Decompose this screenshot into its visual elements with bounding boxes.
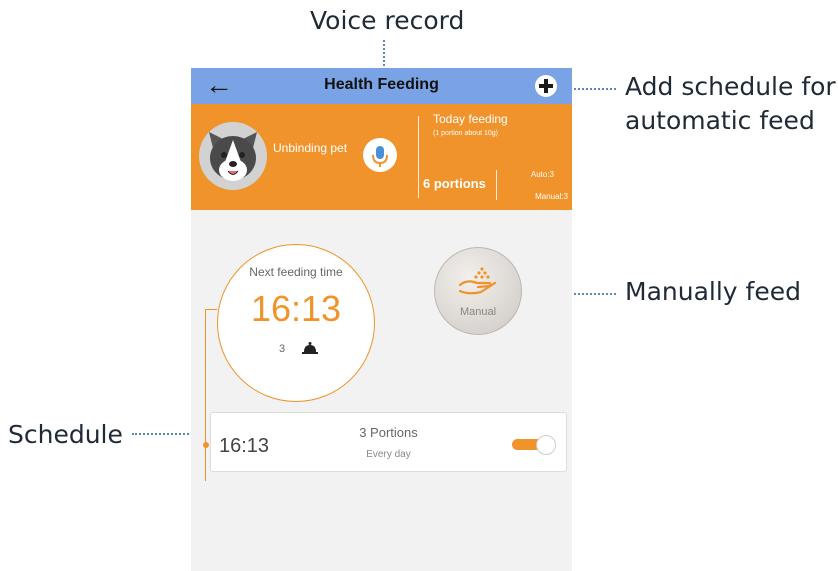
- callout-add-schedule-line1: Add schedule for: [625, 72, 836, 101]
- callout-manually-feed: Manually feed: [625, 275, 801, 309]
- auto-count: Auto:3: [530, 170, 554, 179]
- schedule-bracket-top: [205, 309, 217, 310]
- microphone-icon[interactable]: [363, 138, 397, 172]
- phone-screen: ← Health Feeding Unbinding pet Today fee…: [191, 68, 572, 571]
- next-feeding-time: 16:13: [250, 288, 342, 329]
- page-title: Health Feeding: [324, 76, 439, 93]
- today-feeding-label: Today feeding: [433, 112, 508, 126]
- today-portions: 6 portions: [423, 176, 486, 191]
- manual-feed-button[interactable]: Manual: [434, 247, 522, 335]
- callout-add-schedule-line2: automatic feed: [625, 105, 815, 135]
- schedule-item[interactable]: 16:13 3 Portions Every day: [210, 412, 567, 472]
- callout-manually-text: Manually feed: [625, 277, 801, 306]
- toggle-knob: [536, 435, 556, 455]
- app-bar: ← Health Feeding: [191, 68, 572, 104]
- callout-voice-text: Voice record: [310, 6, 465, 35]
- schedule-bracket-line: [205, 309, 206, 481]
- dog-avatar[interactable]: [199, 122, 267, 190]
- callout-voice-record: Voice record: [310, 4, 464, 38]
- banner-divider: [418, 116, 419, 198]
- food-bell-icon: [302, 341, 318, 360]
- next-feeding-label: Next feeding time: [249, 265, 343, 279]
- plus-icon[interactable]: [535, 75, 557, 97]
- manual-button-label: Manual: [459, 306, 497, 318]
- today-feeding-note: (1 portion about 10g): [433, 130, 498, 137]
- hand-feed-icon: [457, 266, 501, 305]
- next-feeding-dial: Next feeding time 16:13 3: [217, 244, 375, 402]
- portions-divider: [496, 170, 497, 200]
- feeding-summary-banner: Unbinding pet Today feeding (1 portion a…: [191, 104, 572, 210]
- schedule-toggle[interactable]: [512, 435, 556, 455]
- manual-count: Manual:3: [535, 192, 568, 201]
- callout-add-schedule: Add schedule for automatic feed: [625, 70, 836, 138]
- next-feeding-portions: 3: [279, 343, 286, 355]
- callout-schedule: Schedule: [8, 418, 123, 452]
- callout-schedule-text: Schedule: [8, 420, 123, 449]
- pet-name[interactable]: Unbinding pet: [273, 141, 347, 155]
- schedule-bracket-dot: [203, 442, 209, 448]
